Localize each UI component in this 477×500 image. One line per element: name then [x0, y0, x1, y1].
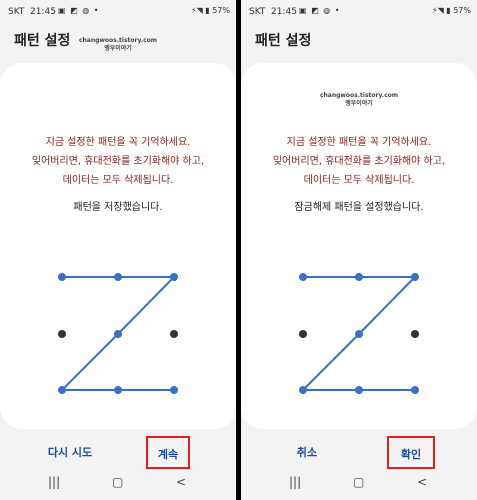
- pattern-grid[interactable]: [0, 250, 236, 410]
- pattern-dot[interactable]: [114, 386, 122, 394]
- carrier-label: SKT: [249, 7, 266, 17]
- status-message: 패턴을 저장했습니다.: [73, 202, 163, 213]
- phone-screen-right: SKT 21:45 ▣ ◩ ◍ • ⚡◥ ▮ 57% 패턴 설정 changwo…: [241, 0, 477, 500]
- pattern-dot[interactable]: [411, 273, 419, 281]
- pattern-dot[interactable]: [299, 330, 307, 338]
- back-icon[interactable]: <: [417, 475, 427, 489]
- watermark-url: changwoos.tistory.com: [319, 92, 399, 99]
- back-icon[interactable]: <: [176, 475, 186, 489]
- continue-button[interactable]: 계속: [146, 436, 190, 469]
- pattern-dot[interactable]: [114, 273, 122, 281]
- pattern-dot[interactable]: [411, 386, 419, 394]
- warning-line-1: 지금 설정한 패턴을 꼭 기억하세요.: [45, 137, 191, 148]
- clock: 21:45: [30, 7, 56, 17]
- confirm-button[interactable]: 확인: [387, 436, 435, 469]
- watermark: changwoos.tistory.com 앵우이야기: [241, 92, 477, 108]
- page-title: 패턴 설정: [255, 33, 312, 49]
- warning-text: 지금 설정한 패턴을 꼭 기억하세요. 잊어버리면, 휴대전화를 초기화해야 하…: [241, 133, 477, 190]
- notification-icons: ▣ ◩ ◍ •: [299, 6, 341, 15]
- status-icons: ⚡◥ ▮ 57%: [431, 6, 471, 15]
- phone-screen-left: SKT 21:45 ▣ ◩ ◍ • ⚡◥ ▮ 57% 패턴 설정 changwo…: [0, 0, 236, 500]
- notification-icons: ▣ ◩ ◍ •: [58, 6, 100, 15]
- battery-level: 57%: [453, 6, 471, 15]
- pattern-dot[interactable]: [170, 386, 178, 394]
- home-icon[interactable]: ▢: [353, 475, 364, 489]
- warning-line-2: 잊어버리면, 휴대전화를 초기화해야 하고,: [31, 156, 205, 167]
- pattern-dot[interactable]: [355, 273, 363, 281]
- pattern-dot[interactable]: [58, 330, 66, 338]
- clock: 21:45: [271, 7, 297, 17]
- warning-text: 지금 설정한 패턴을 꼭 기억하세요. 잊어버리면, 휴대전화를 초기화해야 하…: [0, 133, 236, 190]
- pattern-dot[interactable]: [58, 273, 66, 281]
- warning-line-1: 지금 설정한 패턴을 꼭 기억하세요.: [286, 137, 432, 148]
- watermark: changwoos.tistory.com 앵우이야기: [0, 37, 236, 53]
- recents-icon[interactable]: |||: [48, 475, 60, 489]
- warning-line-2: 잊어버리면, 휴대전화를 초기화해야 하고,: [272, 156, 446, 167]
- pattern-dot[interactable]: [170, 330, 178, 338]
- navigation-bar: ||| ▢ <: [241, 471, 477, 500]
- pattern-dot[interactable]: [58, 386, 66, 394]
- pattern-dot[interactable]: [299, 273, 307, 281]
- pattern-dot[interactable]: [170, 273, 178, 281]
- pattern-grid[interactable]: [241, 250, 477, 410]
- navigation-bar: ||| ▢ <: [0, 471, 236, 500]
- cancel-button[interactable]: 취소: [285, 436, 329, 469]
- recents-icon[interactable]: |||: [289, 475, 301, 489]
- pattern-dot[interactable]: [299, 386, 307, 394]
- pattern-dot[interactable]: [355, 386, 363, 394]
- watermark-name: 앵우이야기: [345, 100, 373, 107]
- watermark-name: 앵우이야기: [104, 45, 132, 52]
- battery-level: 57%: [212, 6, 230, 15]
- pattern-dot[interactable]: [114, 330, 122, 338]
- warning-line-3: 데이터는 모두 삭제됩니다.: [303, 175, 415, 186]
- home-icon[interactable]: ▢: [112, 475, 123, 489]
- status-bar: SKT 21:45 ▣ ◩ ◍ • ⚡◥ ▮ 57%: [241, 0, 477, 22]
- retry-button[interactable]: 다시 시도: [32, 436, 108, 469]
- pattern-dot[interactable]: [411, 330, 419, 338]
- carrier-label: SKT: [8, 7, 25, 17]
- watermark-url: changwoos.tistory.com: [78, 37, 158, 44]
- warning-line-3: 데이터는 모두 삭제됩니다.: [62, 175, 174, 186]
- pattern-dot[interactable]: [355, 330, 363, 338]
- status-bar: SKT 21:45 ▣ ◩ ◍ • ⚡◥ ▮ 57%: [0, 0, 236, 22]
- status-icons: ⚡◥ ▮ 57%: [190, 6, 230, 15]
- status-message: 잠금해제 패턴을 설정했습니다.: [294, 202, 424, 213]
